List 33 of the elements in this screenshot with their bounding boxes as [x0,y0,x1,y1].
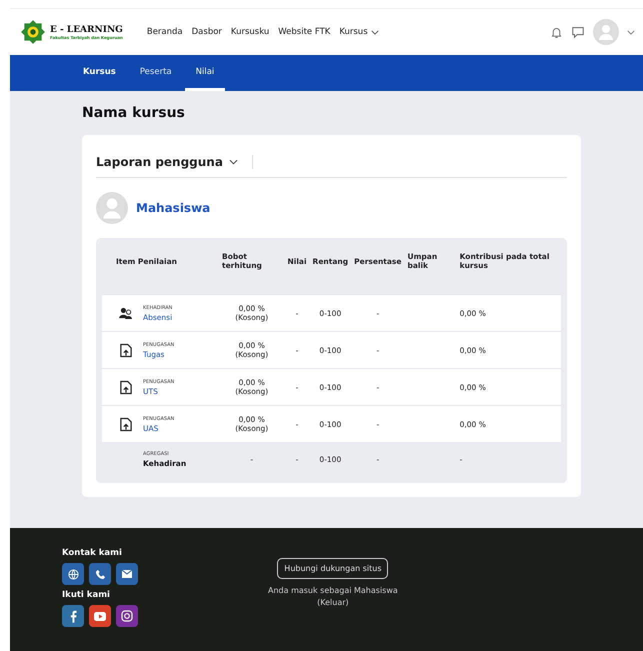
user-name-link[interactable]: Mahasiswa [136,201,210,215]
caret-icon [370,30,379,34]
people-icon [119,307,133,319]
caret-icon[interactable] [627,30,635,34]
footer-heading: Ikuti kami [62,590,111,600]
footer-heading: Kontak kami [62,548,123,558]
course-tab[interactable]: Peserta [128,55,183,91]
caret-icon [228,159,238,165]
login-status-text: Anda masuk sebagai Mahasiswa [268,585,398,597]
facebook-f-icon[interactable] [62,605,84,627]
page-title: Nama kursus [82,105,186,121]
mail-icon[interactable] [116,563,138,585]
document-upload-icon [120,342,132,358]
user-avatar-icon [96,192,128,224]
chat-icon[interactable] [571,25,585,39]
nav-link[interactable]: Website FTK [278,27,330,37]
phone-icon[interactable] [89,563,111,585]
nav-link[interactable]: Dasbor [192,27,222,37]
brand-title: E - LEARNING [50,24,123,34]
nav-link[interactable]: Kursus [339,27,379,37]
nav-link[interactable]: Beranda [146,27,183,37]
nav-link[interactable]: Kursusku [230,27,270,37]
globe-icon[interactable] [62,563,84,585]
camera-icon[interactable] [116,605,138,627]
faculty-logo [20,19,46,45]
logout-link[interactable]: (Keluar) [317,597,349,609]
document-upload-icon [120,380,132,394]
play-icon[interactable] [89,605,111,627]
report-selector[interactable]: Laporan pengguna [96,155,253,169]
bell-icon[interactable] [550,26,563,38]
contact-support-button[interactable]: Hubungi dukungan situs [277,558,388,579]
document-upload-icon [120,416,132,432]
course-tab[interactable]: Kursus [72,55,127,91]
